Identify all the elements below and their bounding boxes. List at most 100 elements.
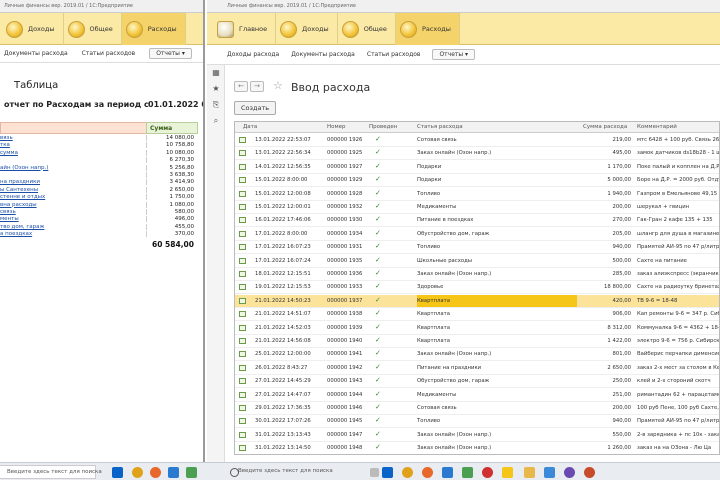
task-view-icon[interactable] bbox=[370, 468, 379, 477]
onec-icon[interactable] bbox=[502, 467, 513, 478]
col-item[interactable]: Статья расхода bbox=[417, 124, 463, 130]
report-row-name[interactable]: на праздники bbox=[0, 179, 40, 185]
table-row[interactable]: 17.01.2022 16:07:23 000000 1931 ✓ Топливо 94… bbox=[235, 241, 719, 255]
col-posted[interactable]: Проведен bbox=[369, 124, 397, 130]
table-header: Дата Номер Проведен Статья расхода Сумма… bbox=[235, 122, 719, 133]
nav-expense-items[interactable]: Статьи расходов bbox=[367, 51, 421, 58]
create-button[interactable]: Создать bbox=[234, 101, 277, 115]
col-date[interactable]: Дата bbox=[243, 124, 257, 130]
col-sum[interactable]: Сумма расхода bbox=[583, 124, 627, 130]
table-row[interactable]: 17.01.2022 8:00:00 000000 1934 ✓ Обустройст… bbox=[235, 228, 719, 241]
browser-icon[interactable] bbox=[132, 467, 143, 478]
posted-check-icon: ✓ bbox=[375, 416, 381, 425]
table-row[interactable]: 31.01.2022 13:14:50 000000 1948 ✓ Заказ онл… bbox=[235, 442, 719, 454]
section-general[interactable]: Общее bbox=[338, 13, 396, 45]
table-row[interactable]: 21.01.2022 14:52:03 000000 1939 ✓ Квартплат… bbox=[235, 322, 719, 335]
section-main[interactable]: Главное bbox=[207, 13, 277, 45]
section-label: Доходы bbox=[28, 25, 55, 33]
vscode-icon[interactable] bbox=[168, 467, 179, 478]
table-row[interactable]: 15.01.2022 8:00:00 000000 1929 ✓ Подарки 5 0… bbox=[235, 174, 719, 188]
table-row[interactable]: 21.01.2022 14:50:23 000000 1937 ✓ Квартплат… bbox=[235, 294, 719, 308]
row-item: Сотовая связь bbox=[417, 405, 457, 411]
table-row[interactable]: 15.01.2022 12:00:01 000000 1932 ✓ Медикамен… bbox=[235, 201, 719, 214]
col-number[interactable]: Номер bbox=[327, 124, 346, 130]
right-search-box[interactable]: Введите здесь текст для поиска bbox=[226, 465, 366, 479]
table-row[interactable]: 19.01.2022 12:15:53 000000 1933 ✓ Здоровье 1… bbox=[235, 281, 719, 295]
back-arrow-icon[interactable]: ← bbox=[234, 81, 248, 92]
table-row[interactable]: 14.01.2022 12:56:35 000000 1927 ✓ Подарки 1 … bbox=[235, 161, 719, 174]
document-icon bbox=[239, 230, 246, 237]
table-row[interactable]: 29.01.2022 17:36:35 000000 1946 ✓ Сотовая с… bbox=[235, 402, 719, 415]
left-search-box[interactable]: Введите здесь текст для поиска bbox=[0, 465, 102, 479]
nav-expense-items[interactable]: Статьи расходов bbox=[82, 50, 136, 57]
firefox-icon[interactable] bbox=[150, 467, 161, 478]
section-expenses[interactable]: Расходы bbox=[395, 13, 460, 45]
table-row[interactable]: 16.01.2022 17:46:06 000000 1930 ✓ Питание в… bbox=[235, 214, 719, 228]
row-number: 000000 1948 bbox=[327, 445, 363, 452]
report-row: а поездках 370,00 bbox=[0, 231, 198, 239]
nav-income-expense[interactable]: Доходы расхода bbox=[227, 51, 279, 58]
firefox-icon[interactable] bbox=[422, 467, 433, 478]
left-taskbar: Введите здесь текст для поиска bbox=[0, 462, 206, 480]
grid-icon[interactable]: ▦ bbox=[207, 65, 225, 81]
star-icon[interactable]: ★ bbox=[207, 81, 225, 97]
table-row[interactable]: 21.01.2022 14:56:08 000000 1940 ✓ Квартплат… bbox=[235, 335, 719, 348]
document-icon bbox=[239, 391, 246, 398]
app-icon[interactable] bbox=[186, 467, 197, 478]
nav-expense-docs[interactable]: Документы расхода bbox=[291, 51, 355, 58]
left-section-general[interactable]: Общее bbox=[64, 13, 122, 45]
row-date: 21.01.2022 14:56:08 bbox=[255, 338, 311, 344]
table-row[interactable]: 27.01.2022 14:45:29 000000 1943 ✓ Обустройс… bbox=[235, 375, 719, 389]
report-row-name[interactable]: сумма bbox=[0, 150, 18, 156]
row-number: 000000 1931 bbox=[327, 244, 363, 251]
reports-dropdown[interactable]: Отчеты ▾ bbox=[149, 48, 192, 59]
folder-icon[interactable] bbox=[524, 467, 535, 478]
row-sum: 285,00 bbox=[612, 271, 631, 277]
posted-check-icon: ✓ bbox=[375, 228, 381, 237]
media-icon[interactable] bbox=[482, 467, 493, 478]
table-row[interactable]: 31.01.2022 13:13:43 000000 1947 ✓ Заказ онл… bbox=[235, 429, 719, 442]
report-row-name[interactable]: менты bbox=[0, 216, 19, 222]
row-comment: заказ на на ОЗона - Лю Ца bbox=[637, 445, 712, 452]
report-row-name[interactable]: вязь bbox=[0, 135, 13, 141]
report-row-name[interactable]: вна расходы bbox=[0, 202, 37, 208]
table-row[interactable]: 13.01.2022 22:53:07 000000 1926 ✓ Сотовая с… bbox=[235, 134, 719, 147]
left-section-income[interactable]: Доходы bbox=[0, 13, 64, 45]
report-row-name[interactable]: ы Сантехены bbox=[0, 187, 38, 193]
report-row-name[interactable]: а поездках bbox=[0, 231, 32, 237]
report-row-name[interactable]: айн (Озон напр.) bbox=[0, 165, 48, 171]
history-icon[interactable]: ⎘ bbox=[207, 97, 225, 113]
browser2-icon[interactable] bbox=[564, 467, 575, 478]
table-row[interactable]: 21.01.2022 14:51:07 000000 1938 ✓ Квартплат… bbox=[235, 308, 719, 322]
browser-icon[interactable] bbox=[402, 467, 413, 478]
reports-dropdown[interactable]: Отчеты ▾ bbox=[432, 49, 476, 60]
table-row[interactable]: 13.01.2022 22:56:34 000000 1925 ✓ Заказ онл… bbox=[235, 147, 719, 161]
report-row-name[interactable]: стенне и отдых bbox=[0, 194, 45, 200]
game-icon[interactable] bbox=[584, 467, 595, 478]
table-row[interactable]: 18.01.2022 12:15:51 000000 1936 ✓ Заказ онл… bbox=[235, 268, 719, 281]
windows-icon[interactable] bbox=[112, 467, 123, 478]
nav-expense-docs[interactable]: Документы расхода bbox=[4, 50, 68, 57]
row-item: Топливо bbox=[417, 244, 441, 251]
windows-icon[interactable] bbox=[382, 467, 393, 478]
posted-check-icon: ✓ bbox=[375, 389, 381, 398]
report-row-name[interactable]: тка bbox=[0, 142, 10, 148]
forward-arrow-icon[interactable]: → bbox=[250, 81, 264, 92]
table-row[interactable]: 27.01.2022 14:47:07 000000 1944 ✓ Медикамен… bbox=[235, 389, 719, 402]
vscode-icon[interactable] bbox=[442, 467, 453, 478]
app-icon[interactable] bbox=[462, 467, 473, 478]
left-section-expenses[interactable]: Расходы bbox=[121, 13, 186, 45]
table-row[interactable]: 25.01.2022 12:00:00 000000 1941 ✓ Заказ онл… bbox=[235, 348, 719, 362]
favorite-star-icon[interactable]: ☆ bbox=[273, 79, 283, 92]
section-income[interactable]: Доходы bbox=[276, 13, 338, 45]
report-row-name[interactable]: связь bbox=[0, 209, 16, 215]
table-row[interactable]: 17.01.2022 16:07:24 000000 1935 ✓ Школьные … bbox=[235, 255, 719, 268]
search-icon[interactable]: ⌕ bbox=[207, 113, 225, 129]
report-row-name[interactable]: тво дом, гараж bbox=[0, 224, 44, 230]
table-row[interactable]: 30.01.2022 17:07:26 000000 1945 ✓ Топливо 94… bbox=[235, 415, 719, 429]
table-row[interactable]: 15.01.2022 12:00:08 000000 1928 ✓ Топливо 1 … bbox=[235, 188, 719, 201]
col-comment[interactable]: Комментарий bbox=[637, 124, 677, 130]
section-circle-icon bbox=[280, 20, 298, 38]
table-row[interactable]: 26.01.2022 8:43:27 000000 1942 ✓ Питание на… bbox=[235, 362, 719, 375]
mail-icon[interactable] bbox=[544, 467, 555, 478]
